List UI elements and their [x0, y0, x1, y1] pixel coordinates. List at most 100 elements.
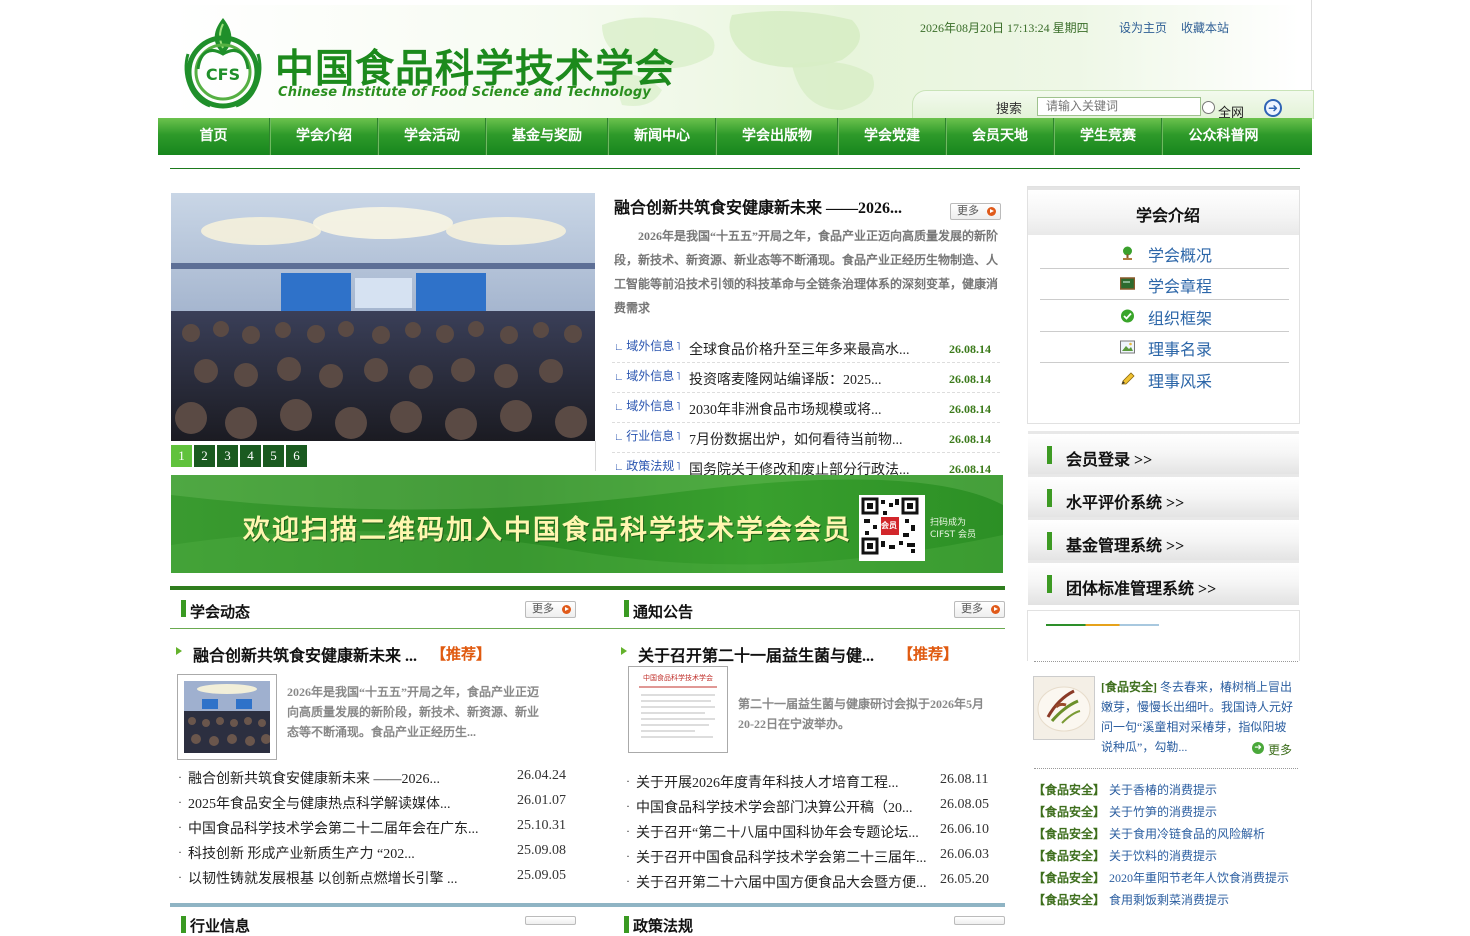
list-item[interactable]: · 关于开展2026年度青年科技人才培育工程... 26.08.11 — [626, 771, 1016, 796]
safety-title[interactable]: 关于食用冷链食品的风险解析 — [1109, 827, 1265, 841]
intro-item-charter[interactable]: 学会章程 — [1040, 268, 1289, 300]
list-item[interactable]: · 关于召开中国食品科学技术学会第二十三届年... 26.06.03 — [626, 846, 1016, 871]
side-link-label[interactable]: 团体标准管理系统 >> — [1066, 575, 1216, 599]
section-title-policy[interactable]: 政策法规 — [633, 915, 693, 936]
section-title-notices[interactable]: 通知公告 — [633, 601, 693, 622]
list-item-title[interactable]: 关于召开中国食品科学技术学会第二十三届年... — [636, 847, 927, 867]
list-item[interactable]: · 关于召开第二十六届中国方便食品大会暨方便... 26.05.20 — [626, 871, 1016, 896]
nav-item[interactable]: 学会党建 — [839, 118, 945, 155]
list-item-title[interactable]: 融合创新共筑食安健康新未来 ——2026... — [188, 768, 440, 788]
search-input[interactable] — [1037, 97, 1201, 116]
list-item[interactable]: · 以韧性铸就发展根基 以创新点燃增长引擎 ... 25.09.05 — [178, 867, 568, 892]
side-link-label[interactable]: 基金管理系统 >> — [1066, 532, 1184, 556]
news-row[interactable]: 域外信息 投资喀麦隆网站编译版：2025... 26.08.14 — [612, 362, 1000, 393]
headline-title[interactable]: 融合创新共筑食安健康新未来 ——2026... — [614, 194, 902, 218]
bookmark-link[interactable]: 收藏本站 — [1181, 19, 1229, 36]
section-title-industry-info[interactable]: 行业信息 — [190, 915, 250, 936]
slideshow-image[interactable] — [171, 193, 595, 441]
notices-more-button[interactable]: 更多 — [954, 601, 1005, 618]
member-login-link[interactable]: 会员登录 >> — [1028, 431, 1299, 476]
intro-item-overview[interactable]: 学会概况 — [1040, 237, 1289, 269]
news-title[interactable]: 7月份数据出炉，如何看待当前物... — [689, 429, 903, 449]
nav-item[interactable]: 基金与奖励 — [487, 118, 607, 155]
safety-list-item[interactable]: 【食品安全】 2020年重阳节老年人饮食消费提示 — [1033, 869, 1289, 891]
news-category[interactable]: 域外信息 — [614, 367, 680, 384]
safety-title[interactable]: 食用剩饭剩菜消费提示 — [1109, 893, 1229, 907]
safety-title[interactable]: 关于竹笋的消费提示 — [1109, 805, 1217, 819]
list-item[interactable]: · 关于召开“第二十八届中国科协年会专题论坛... 26.06.10 — [626, 821, 1016, 846]
news-title[interactable]: 2030年非洲食品市场规模或将... — [689, 399, 882, 419]
list-item[interactable]: · 中国食品科学技术学会第二十二届年会在广东... 25.10.31 — [178, 817, 568, 842]
news-category[interactable]: 域外信息 — [614, 397, 680, 414]
list-item-title[interactable]: 关于开展2026年度青年科技人才培育工程... — [636, 772, 899, 792]
list-item[interactable]: · 中国食品科学技术学会部门决算公开稿（20... 26.08.05 — [626, 796, 1016, 821]
nav-item[interactable]: 学会介绍 — [271, 118, 377, 155]
section-title-society-news[interactable]: 学会动态 — [190, 601, 250, 622]
safety-title[interactable]: 关于香椿的消费提示 — [1109, 783, 1217, 797]
list-item-title[interactable]: 中国食品科学技术学会第二十二届年会在广东... — [188, 818, 479, 838]
news-category[interactable]: 域外信息 — [614, 337, 680, 354]
nav-item[interactable]: 首页 — [158, 118, 269, 155]
news-title[interactable]: 全球食品价格升至三年多来最高水... — [689, 339, 910, 359]
safety-list-item[interactable]: 【食品安全】 关于香椿的消费提示 — [1033, 781, 1217, 803]
intro-item-label[interactable]: 理事名录 — [1148, 336, 1212, 360]
safety-list-item[interactable]: 【食品安全】 关于饮料的消费提示 — [1033, 847, 1217, 869]
society-news-more-button[interactable]: 更多 — [525, 601, 576, 618]
evaluation-system-link[interactable]: 水平评价系统 >> — [1028, 474, 1299, 519]
headline-more-button[interactable]: 更多 — [950, 203, 1001, 220]
side-link-label[interactable]: 会员登录 >> — [1066, 446, 1152, 470]
news-category[interactable]: 政策法规 — [614, 457, 680, 474]
notice-document-thumbnail[interactable]: 中国食品科学技术学会 — [628, 666, 728, 753]
safety-list-item[interactable]: 【食品安全】 关于竹笋的消费提示 — [1033, 803, 1217, 825]
news-row[interactable]: 行业信息 7月份数据出炉，如何看待当前物... 26.08.14 — [612, 422, 1000, 453]
news-category[interactable]: 行业信息 — [614, 427, 680, 444]
intro-item-label[interactable]: 学会概况 — [1148, 242, 1212, 266]
list-item[interactable]: · 融合创新共筑食安健康新未来 ——2026... 26.04.24 — [178, 767, 568, 792]
slide-page-button[interactable]: 1 — [171, 445, 192, 467]
recommended-title[interactable]: 融合创新共筑食安健康新未来 ... — [193, 642, 417, 666]
nav-item[interactable]: 公众科普网 — [1163, 118, 1284, 155]
list-item-title[interactable]: 关于召开“第二十八届中国科协年会专题论坛... — [636, 822, 919, 842]
intro-panel-title[interactable]: 学会介绍 — [1136, 202, 1200, 226]
news-row[interactable]: 域外信息 2030年非洲食品市场规模或将... 26.08.14 — [612, 392, 1000, 423]
policy-more-button[interactable] — [954, 916, 1005, 925]
recommended-title[interactable]: 关于召开第二十一届益生菌与健... — [638, 642, 874, 666]
safety-list-item[interactable]: 【食品安全】 关于食用冷链食品的风险解析 — [1033, 825, 1265, 847]
slide-page-button[interactable]: 6 — [286, 445, 307, 467]
fund-system-link[interactable]: 基金管理系统 >> — [1028, 517, 1299, 562]
safety-title[interactable]: 2020年重阳节老年人饮食消费提示 — [1109, 871, 1289, 885]
nav-item[interactable]: 新闻中心 — [609, 118, 715, 155]
slide-page-button[interactable]: 4 — [240, 445, 261, 467]
list-item[interactable]: · 科技创新 形成产业新质生产力 “202... 25.09.08 — [178, 842, 568, 867]
slide-page-button[interactable]: 5 — [263, 445, 284, 467]
slide-page-button[interactable]: 2 — [194, 445, 215, 467]
cifst-logo-icon[interactable]: CFS — [180, 14, 266, 110]
toona-sprout-photo[interactable] — [1033, 676, 1095, 740]
search-submit-arrow-icon[interactable]: ➜ — [1264, 99, 1282, 117]
list-item-title[interactable]: 中国食品科学技术学会部门决算公开稿（20... — [636, 797, 913, 817]
safety-list-item[interactable]: 【食品安全】 食用剩饭剩菜消费提示 — [1033, 891, 1229, 913]
set-home-link[interactable]: 设为主页 — [1119, 19, 1167, 36]
recommended-thumbnail[interactable] — [177, 674, 277, 760]
more-arrow-icon[interactable]: ➜ — [1252, 742, 1264, 754]
safety-title[interactable]: 关于饮料的消费提示 — [1109, 849, 1217, 863]
intro-item-structure[interactable]: 组织框架 — [1040, 300, 1289, 332]
news-row[interactable]: 域外信息 全球食品价格升至三年多来最高水... 26.08.14 — [612, 332, 1000, 363]
slide-page-button[interactable]: 3 — [217, 445, 238, 467]
nav-item[interactable]: 学会出版物 — [717, 118, 837, 155]
intro-item-directors[interactable]: 理事名录 — [1040, 331, 1289, 363]
standards-system-link[interactable]: 团体标准管理系统 >> — [1028, 560, 1299, 605]
industry-more-button[interactable] — [525, 916, 576, 925]
side-link-label[interactable]: 水平评价系统 >> — [1066, 489, 1184, 513]
list-item-title[interactable]: 关于召开第二十六届中国方便食品大会暨方便... — [636, 872, 927, 892]
nav-item[interactable]: 学会活动 — [379, 118, 485, 155]
list-item-title[interactable]: 科技创新 形成产业新质生产力 “202... — [188, 843, 415, 863]
list-item-title[interactable]: 以韧性铸就发展根基 以创新点燃增长引擎 ... — [188, 868, 458, 888]
list-item-title[interactable]: 2025年食品安全与健康热点科学解读媒体... — [188, 793, 451, 813]
safety-more-link[interactable]: 更多 — [1268, 741, 1292, 758]
intro-item-label[interactable]: 学会章程 — [1148, 273, 1212, 297]
list-item[interactable]: · 2025年食品安全与健康热点科学解读媒体... 26.01.07 — [178, 792, 568, 817]
intro-item-label[interactable]: 理事风采 — [1148, 368, 1212, 392]
intro-item-director-profiles[interactable]: 理事风采 — [1040, 363, 1289, 394]
banner-text[interactable]: 欢迎扫描二维码加入中国食品科学技术学会会员 — [243, 508, 852, 547]
